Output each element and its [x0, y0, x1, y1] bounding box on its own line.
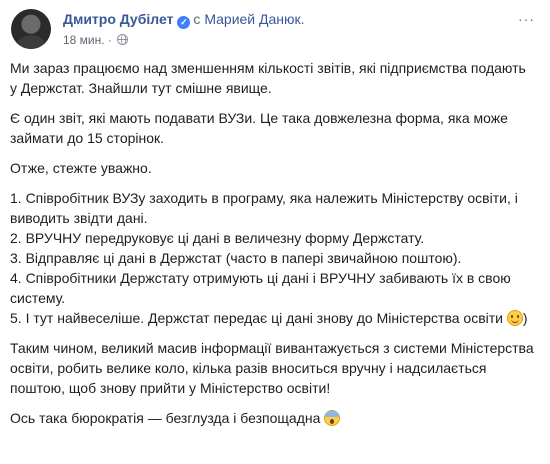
list-item-with-emoji: 5. І тут найвеселіше. Держстат передає ц…	[10, 310, 528, 326]
closing-paragraph: Ось така бюрократія — безглузда і безпощ…	[10, 408, 535, 428]
list-item: 4. Співробітники Держстату отримують ці …	[10, 270, 511, 306]
globe-icon[interactable]	[117, 34, 129, 45]
post-body: Ми зараз працюємо над зменшенням кількос…	[10, 58, 535, 438]
scream-emoji-icon	[324, 410, 341, 426]
smile-emoji-icon	[506, 310, 523, 326]
post-timestamp[interactable]: 18 мин.	[63, 33, 105, 47]
post-paragraph: Отже, стежте уважно.	[10, 160, 152, 176]
list-item: 1. Співробітник ВУЗу заходить в програму…	[10, 190, 518, 226]
post-paragraph: Ми зараз працюємо над зменшенням кількос…	[10, 60, 526, 96]
list-item: 3. Відправляє ці дані в Держстат (часто …	[10, 250, 462, 266]
post-meta: 18 мин. ·	[63, 32, 129, 48]
author-name-link[interactable]: Дмитро Дубілет	[63, 11, 173, 27]
author-avatar[interactable]	[11, 9, 51, 49]
post-header: Дмитро Дубілет ✓ с Марией Данюк. 18 мин. ·…	[0, 0, 550, 56]
post-paragraph: Є один звіт, які мають подавати ВУЗи. Це…	[10, 110, 508, 146]
author-line: Дмитро Дубілет ✓ с Марией Данюк.	[63, 10, 305, 29]
list-item-text: 5. І тут найвеселіше. Держстат передає ц…	[10, 310, 503, 326]
more-options-icon[interactable]: ···	[518, 12, 535, 26]
with-text: с	[193, 11, 201, 27]
post-paragraph: Таким чином, великий масив інформації ви…	[10, 340, 534, 396]
tagged-user-link[interactable]: Марией Данюк.	[204, 11, 304, 27]
verified-badge-icon: ✓	[177, 16, 191, 29]
meta-separator: ·	[107, 33, 112, 47]
closing-text: Ось така бюрократія — безглузда і безпощ…	[10, 410, 321, 426]
list-item: 2. ВРУЧНУ передруковує ці дані в величез…	[10, 230, 425, 246]
